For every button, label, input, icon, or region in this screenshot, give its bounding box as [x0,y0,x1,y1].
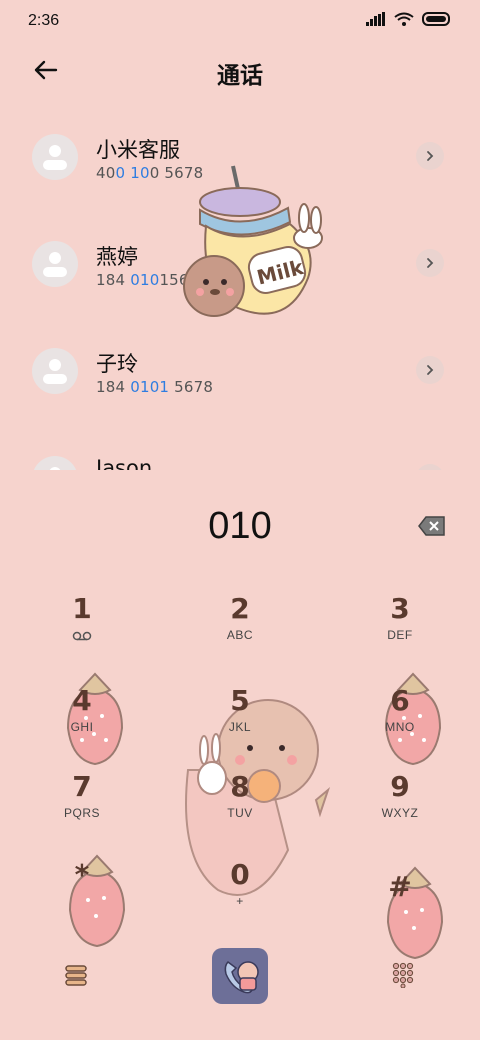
avatar [32,134,78,180]
contact-name: 燕婷 [96,245,138,269]
menu-icon [65,965,87,986]
key-hash[interactable]: # [340,870,460,940]
key-6[interactable]: 6 MNO [340,684,460,754]
dialpad-toggle-button[interactable] [392,962,414,989]
contact-name: 小米客服 [96,138,180,162]
contact-name: Jason [96,456,153,470]
contact-list: 小米客服 400 100 5678 燕婷 184 01015689 子玲 184… [0,110,480,470]
key-8[interactable]: 8 TUV [180,770,300,840]
page-title: 通话 [217,63,263,89]
chevron-right-icon [427,151,434,161]
entered-number: 010 [208,505,272,547]
battery-icon [422,12,450,26]
signal-icon [366,12,385,26]
contact-number: 184 0101 5678 [96,378,214,396]
status-time: 2:36 [28,12,60,29]
key-5[interactable]: 5 JKL [180,684,300,754]
contact-details-button[interactable] [416,142,444,170]
milk-bottle-sticker-icon: Milk [183,165,323,317]
backspace-button[interactable] [418,515,446,537]
avatar [32,241,78,287]
chevron-right-icon [427,258,434,268]
key-7[interactable]: 7 PQRS [22,770,142,840]
backspace-icon [418,516,445,536]
call-button[interactable] [212,948,268,1004]
contact-name: 子玲 [96,352,138,376]
wifi-icon [394,12,414,26]
list-item[interactable]: Jason [0,432,480,470]
call-icon [224,961,259,994]
bottom-bar [0,940,480,1010]
contact-details-button[interactable] [416,464,444,470]
avatar [32,348,78,394]
list-item[interactable]: 子玲 184 0101 5678 [0,324,480,424]
dial-display: 010 [0,505,480,555]
key-4[interactable]: 4 GHI [22,684,142,754]
key-1[interactable]: 1 [22,592,142,662]
voicemail-icon [72,631,92,641]
avatar [32,456,78,470]
key-9[interactable]: 9 WXYZ [340,770,460,840]
key-0[interactable]: 0 + [180,858,300,928]
header: 通话 [0,48,480,92]
status-bar: 2:36 [0,0,480,40]
key-3[interactable]: 3 DEF [340,592,460,662]
contact-details-button[interactable] [416,356,444,384]
contact-details-button[interactable] [416,249,444,277]
dialpad-grid-icon [392,962,414,989]
key-star[interactable]: * [22,858,142,928]
menu-button[interactable] [64,964,90,986]
status-icons [366,12,452,26]
key-2[interactable]: 2 ABC [180,592,300,662]
chevron-right-icon [427,365,434,375]
